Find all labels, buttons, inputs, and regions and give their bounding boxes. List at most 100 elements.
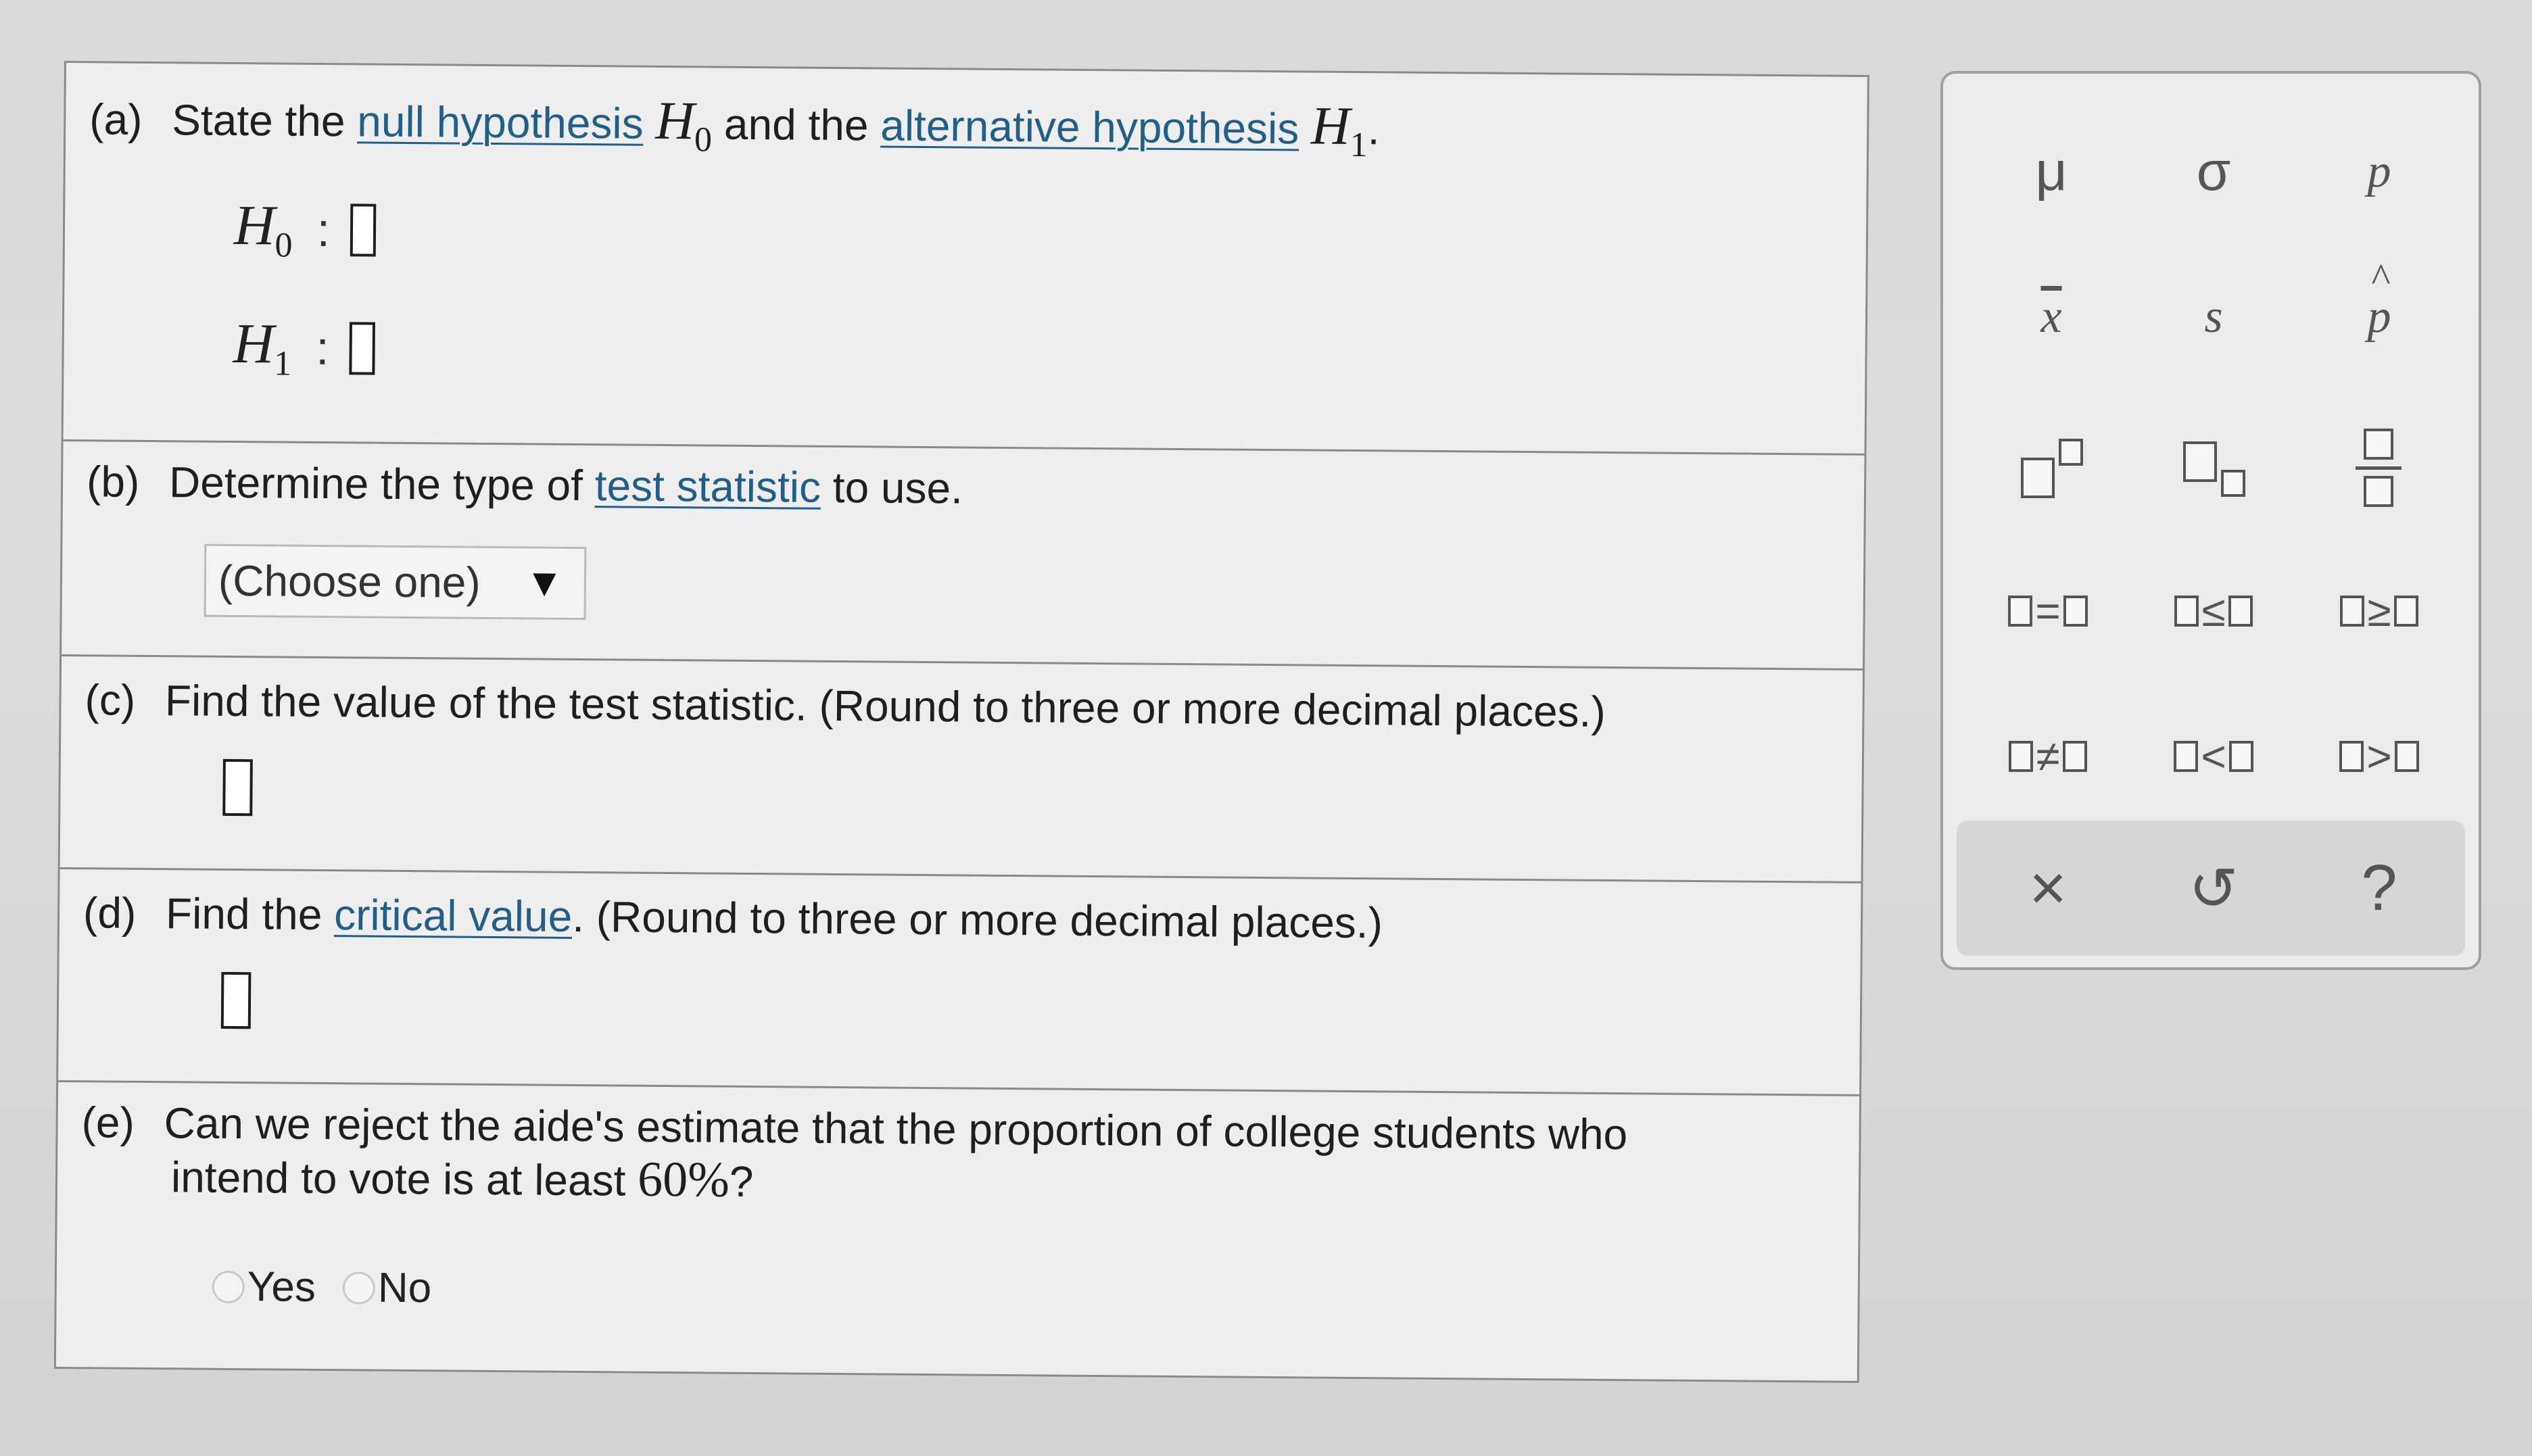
mu-icon: μ xyxy=(2035,141,2068,202)
question-mark: ? xyxy=(729,1157,754,1207)
help-button[interactable]: ? xyxy=(2312,838,2447,939)
p-hat-button[interactable]: ^ p xyxy=(2312,256,2447,368)
box-left-icon xyxy=(2008,596,2033,627)
equals-icon: = xyxy=(2035,587,2061,635)
part-b-text-2: to use. xyxy=(832,462,963,513)
part-e-line-2: intend to vote is at least 60%? xyxy=(171,1149,754,1208)
box-left-icon xyxy=(2340,596,2365,627)
greater-equal-icon: ≥ xyxy=(2367,587,2391,635)
alternative-hypothesis-link[interactable]: alternative hypothesis xyxy=(880,101,1299,153)
x-bar-button[interactable]: x xyxy=(1984,266,2119,368)
equals-button[interactable]: = xyxy=(1980,560,2116,662)
h0-colon: : xyxy=(316,203,331,256)
option-yes[interactable]: Yes xyxy=(212,1263,316,1311)
greater-equal-button[interactable]: ≥ xyxy=(2312,560,2447,662)
part-b: (b) Determine the type of test statistic… xyxy=(62,441,1865,671)
box-right-icon xyxy=(2228,596,2253,627)
test-statistic-input[interactable] xyxy=(222,758,253,817)
superscript-button[interactable] xyxy=(1984,418,2119,520)
part-d-text: Find the xyxy=(165,889,323,940)
alt-symbol: H1 xyxy=(1310,96,1368,165)
box-right-icon xyxy=(2228,741,2253,772)
question-panel: (a) State the null hypothesis H0 and the… xyxy=(53,61,1869,1383)
part-b-label: (b) xyxy=(86,457,140,506)
dropdown-arrow-icon: ▼ xyxy=(525,560,565,605)
fraction-button[interactable] xyxy=(2312,418,2447,520)
part-e: (e) Can we reject the aide's estimate th… xyxy=(56,1082,1859,1383)
part-d-prompt: (d) Find the critical value. (Round to t… xyxy=(83,886,1383,949)
critical-value-link[interactable]: critical value xyxy=(334,890,573,941)
box-left-icon xyxy=(2174,596,2199,627)
part-c-prompt: (c) Find the value of the test statistic… xyxy=(85,673,1606,738)
h0-label: H0 xyxy=(233,193,293,265)
undo-button[interactable]: ↺ xyxy=(2146,838,2281,939)
critical-value-answer xyxy=(220,971,252,1032)
part-b-text: Determine the type of xyxy=(168,458,583,510)
part-a-text-2: and the xyxy=(723,99,869,150)
test-statistic-select[interactable]: (Choose one) ▼ xyxy=(204,543,587,621)
radio-no[interactable] xyxy=(342,1271,376,1305)
p-hat-icon: ^ p xyxy=(2367,256,2391,343)
radio-yes[interactable] xyxy=(212,1270,245,1303)
p-button[interactable]: p xyxy=(2312,121,2447,222)
less-equal-icon: ≤ xyxy=(2201,587,2226,635)
h1-colon: : xyxy=(316,321,330,374)
null-hypothesis-link[interactable]: null hypothesis xyxy=(357,97,644,147)
mu-button[interactable]: μ xyxy=(1984,121,2119,222)
box-right-icon xyxy=(2062,741,2087,772)
part-d-label: (d) xyxy=(82,888,137,938)
s-button[interactable]: s xyxy=(2146,266,2281,368)
box-left-icon xyxy=(2339,741,2364,772)
math-palette: μ σ p x s ^ p = ≤ ≥ ≠ < > × ↺ ? xyxy=(1940,71,2481,970)
less-than-button[interactable]: < xyxy=(2146,706,2281,807)
part-c-text: Find the value of the test statistic. (R… xyxy=(164,676,1606,736)
not-equal-button[interactable]: ≠ xyxy=(1980,706,2116,807)
box-left-icon xyxy=(2174,741,2199,772)
greater-than-icon: > xyxy=(2366,732,2392,781)
part-a-prompt: (a) State the null hypothesis H0 and the… xyxy=(89,90,1380,172)
part-a-label: (a) xyxy=(89,95,143,144)
h1-input[interactable] xyxy=(349,321,376,375)
part-e-label: (e) xyxy=(81,1098,135,1147)
superscript-icon xyxy=(2014,439,2088,500)
sigma-button[interactable]: σ xyxy=(2146,121,2281,222)
undo-icon: ↺ xyxy=(2189,854,2239,922)
p-icon: p xyxy=(2367,145,2391,197)
test-statistic-link[interactable]: test statistic xyxy=(594,461,821,512)
greater-than-button[interactable]: > xyxy=(2312,706,2447,807)
part-d-text-2: . (Round to three or more decimal places… xyxy=(571,892,1383,948)
h0-input[interactable] xyxy=(350,203,377,257)
box-right-icon xyxy=(2394,741,2419,772)
clear-button[interactable]: × xyxy=(1980,838,2116,939)
part-d: (d) Find the critical value. (Round to t… xyxy=(58,869,1861,1096)
box-left-icon xyxy=(2009,741,2034,772)
option-yes-label: Yes xyxy=(247,1263,316,1311)
option-no[interactable]: No xyxy=(342,1263,432,1312)
null-symbol: H0 xyxy=(655,91,713,160)
fraction-icon xyxy=(2356,429,2403,510)
subscript-icon xyxy=(2176,439,2251,500)
box-right-icon xyxy=(2063,596,2088,627)
h1-row: H1 : xyxy=(233,311,376,385)
less-equal-button[interactable]: ≤ xyxy=(2146,560,2281,662)
part-a: (a) State the null hypothesis H0 and the… xyxy=(63,63,1867,456)
x-bar-icon: x xyxy=(2040,291,2062,343)
part-c-label: (c) xyxy=(85,675,136,725)
part-a-text: State the xyxy=(172,95,345,146)
percent-value: 60% xyxy=(637,1151,730,1208)
less-than-icon: < xyxy=(2201,732,2226,781)
s-icon: s xyxy=(2204,291,2223,343)
help-icon: ? xyxy=(2361,852,2397,924)
close-icon: × xyxy=(2028,852,2068,924)
part-e-prefix: intend to vote is at least xyxy=(170,1152,626,1205)
critical-value-input[interactable] xyxy=(220,971,252,1029)
select-value: (Choose one) xyxy=(218,556,481,607)
part-e-line-1: Can we reject the aide's estimate that t… xyxy=(164,1098,1628,1159)
sigma-icon: σ xyxy=(2196,141,2231,202)
h1-label: H1 xyxy=(233,312,292,383)
period: . xyxy=(1367,105,1380,154)
test-statistic-answer xyxy=(222,758,253,819)
subscript-button[interactable] xyxy=(2146,418,2281,520)
reject-options: Yes No xyxy=(212,1263,458,1313)
h0-row: H0 : xyxy=(234,193,377,266)
